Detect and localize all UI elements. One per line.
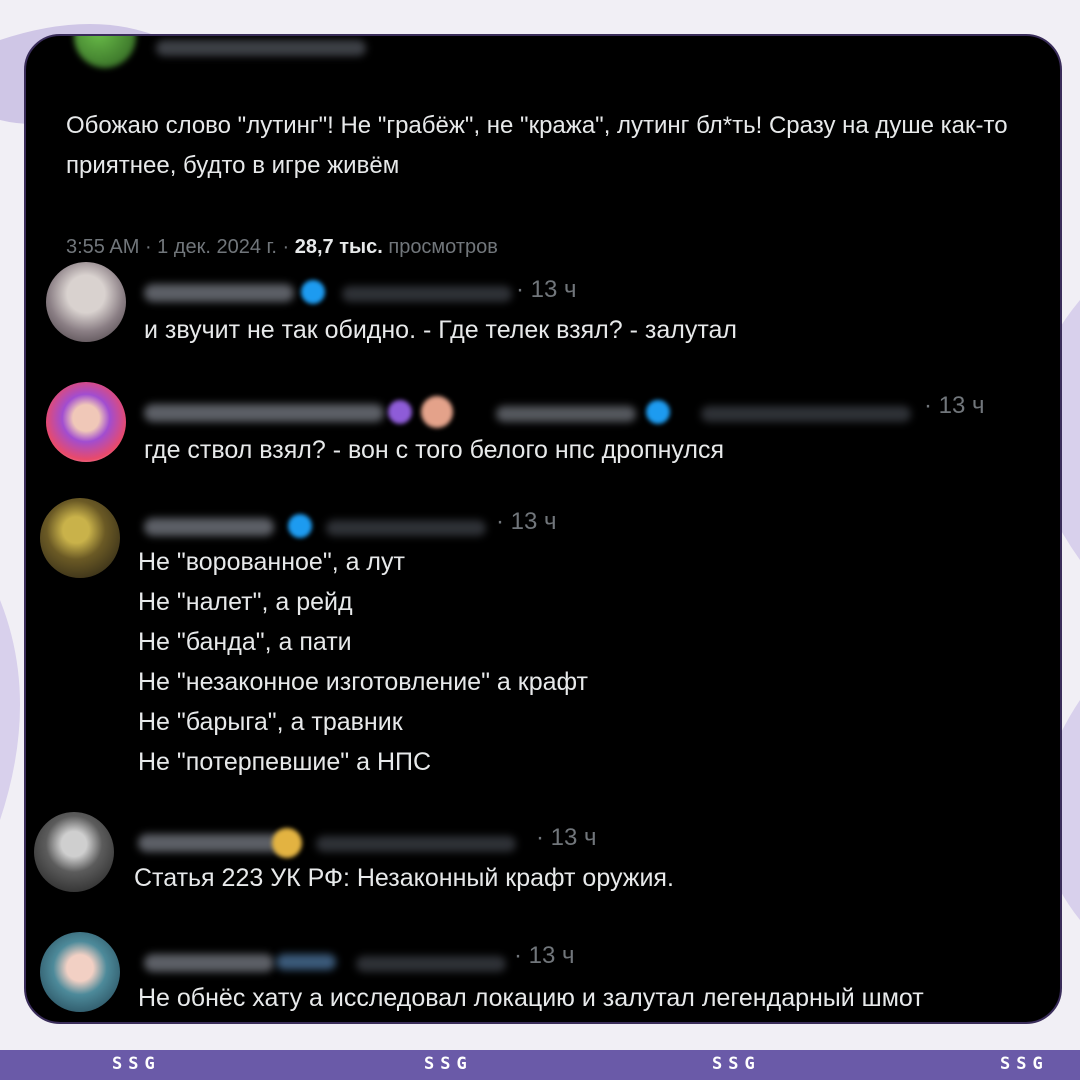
reply-text: и звучит не так обидно. - Где телек взял… — [144, 310, 737, 350]
author-handle-blurred — [156, 40, 366, 56]
tweet-thread-card: Обожаю слово "лутинг"! Не "грабёж", не "… — [24, 34, 1062, 1024]
reply-line: Статья 223 УК РФ: Незаконный крафт оружи… — [134, 864, 674, 892]
ssg-watermark: SSG — [112, 1054, 161, 1074]
reply-text: Не обнёс хату а исследовал локацию и зал… — [138, 978, 924, 1018]
reply-avatar[interactable] — [46, 262, 126, 342]
post-time: 3:55 AM — [66, 236, 140, 258]
post-date: 1 дек. 2024 г. — [157, 236, 277, 258]
reply-line: где ствол взял? - вон с того белого нпс … — [144, 436, 724, 464]
reply-line: Не "барыга", а травник — [138, 708, 403, 736]
reply-text: Статья 223 УК РФ: Незаконный крафт оружи… — [134, 858, 674, 898]
reply-text: Не "ворованное", а лут Не "налет", а рей… — [138, 542, 588, 782]
reply-handle-blurred — [356, 956, 506, 972]
reply-name-blurred — [144, 518, 274, 536]
verified-badge-icon — [646, 400, 670, 424]
reply-line: Не "ворованное", а лут — [138, 548, 405, 576]
reply-handle-blurred — [701, 406, 911, 422]
views-label: просмотров — [388, 236, 498, 258]
reply-avatar[interactable] — [40, 932, 120, 1012]
watermark-bar: SSG SSG SSG SSG — [0, 1050, 1080, 1080]
profile-emoji-icon — [421, 396, 453, 428]
views-count: 28,7 тыс. — [294, 236, 383, 258]
post-text: Обожаю слово "лутинг"! Не "грабёж", не "… — [66, 112, 1008, 179]
emoji-badge-icon — [276, 954, 336, 970]
reply-line: Не "банда", а пати — [138, 628, 352, 656]
reply-handle-blurred — [326, 520, 486, 536]
ssg-watermark: SSG — [1000, 1054, 1049, 1074]
reply-handle-blurred — [342, 286, 512, 302]
reply-name-blurred — [496, 406, 636, 422]
reply-line: Не обнёс хату а исследовал локацию и зал… — [138, 984, 924, 1012]
reply-time: · 13 ч — [536, 824, 597, 851]
reply-time: · 13 ч — [516, 276, 577, 303]
reply-avatar[interactable] — [34, 812, 114, 892]
verified-badge-icon — [301, 280, 325, 304]
reply-time: · 13 ч — [496, 508, 557, 535]
reply-name-blurred — [144, 284, 294, 302]
reply-avatar[interactable] — [40, 498, 120, 578]
ssg-watermark: SSG — [424, 1054, 473, 1074]
gold-badge-icon — [272, 828, 302, 858]
verified-badge-icon — [288, 514, 312, 538]
reply-line: и звучит не так обидно. - Где телек взял… — [144, 316, 737, 344]
reply-line: Не "потерпевшие" а НПС — [138, 748, 432, 776]
purple-badge-icon — [388, 400, 412, 424]
reply-time: · 13 ч — [924, 392, 985, 419]
reply-name-blurred — [144, 404, 384, 422]
author-avatar[interactable] — [74, 36, 136, 68]
reply-text: где ствол взял? - вон с того белого нпс … — [144, 430, 724, 470]
post-meta: 3:55 AM · 1 дек. 2024 г. · 28,7 тыс. про… — [66, 236, 498, 258]
reply-avatar[interactable] — [46, 382, 126, 462]
reply-handle-blurred — [316, 836, 516, 852]
reply-line: Не "налет", а рейд — [138, 588, 353, 616]
reply-line: Не "незаконное изготовление" а крафт — [138, 668, 588, 696]
reply-name-blurred — [138, 834, 288, 852]
ssg-watermark: SSG — [712, 1054, 761, 1074]
reply-name-blurred — [144, 954, 274, 972]
reply-time: · 13 ч — [514, 942, 575, 969]
